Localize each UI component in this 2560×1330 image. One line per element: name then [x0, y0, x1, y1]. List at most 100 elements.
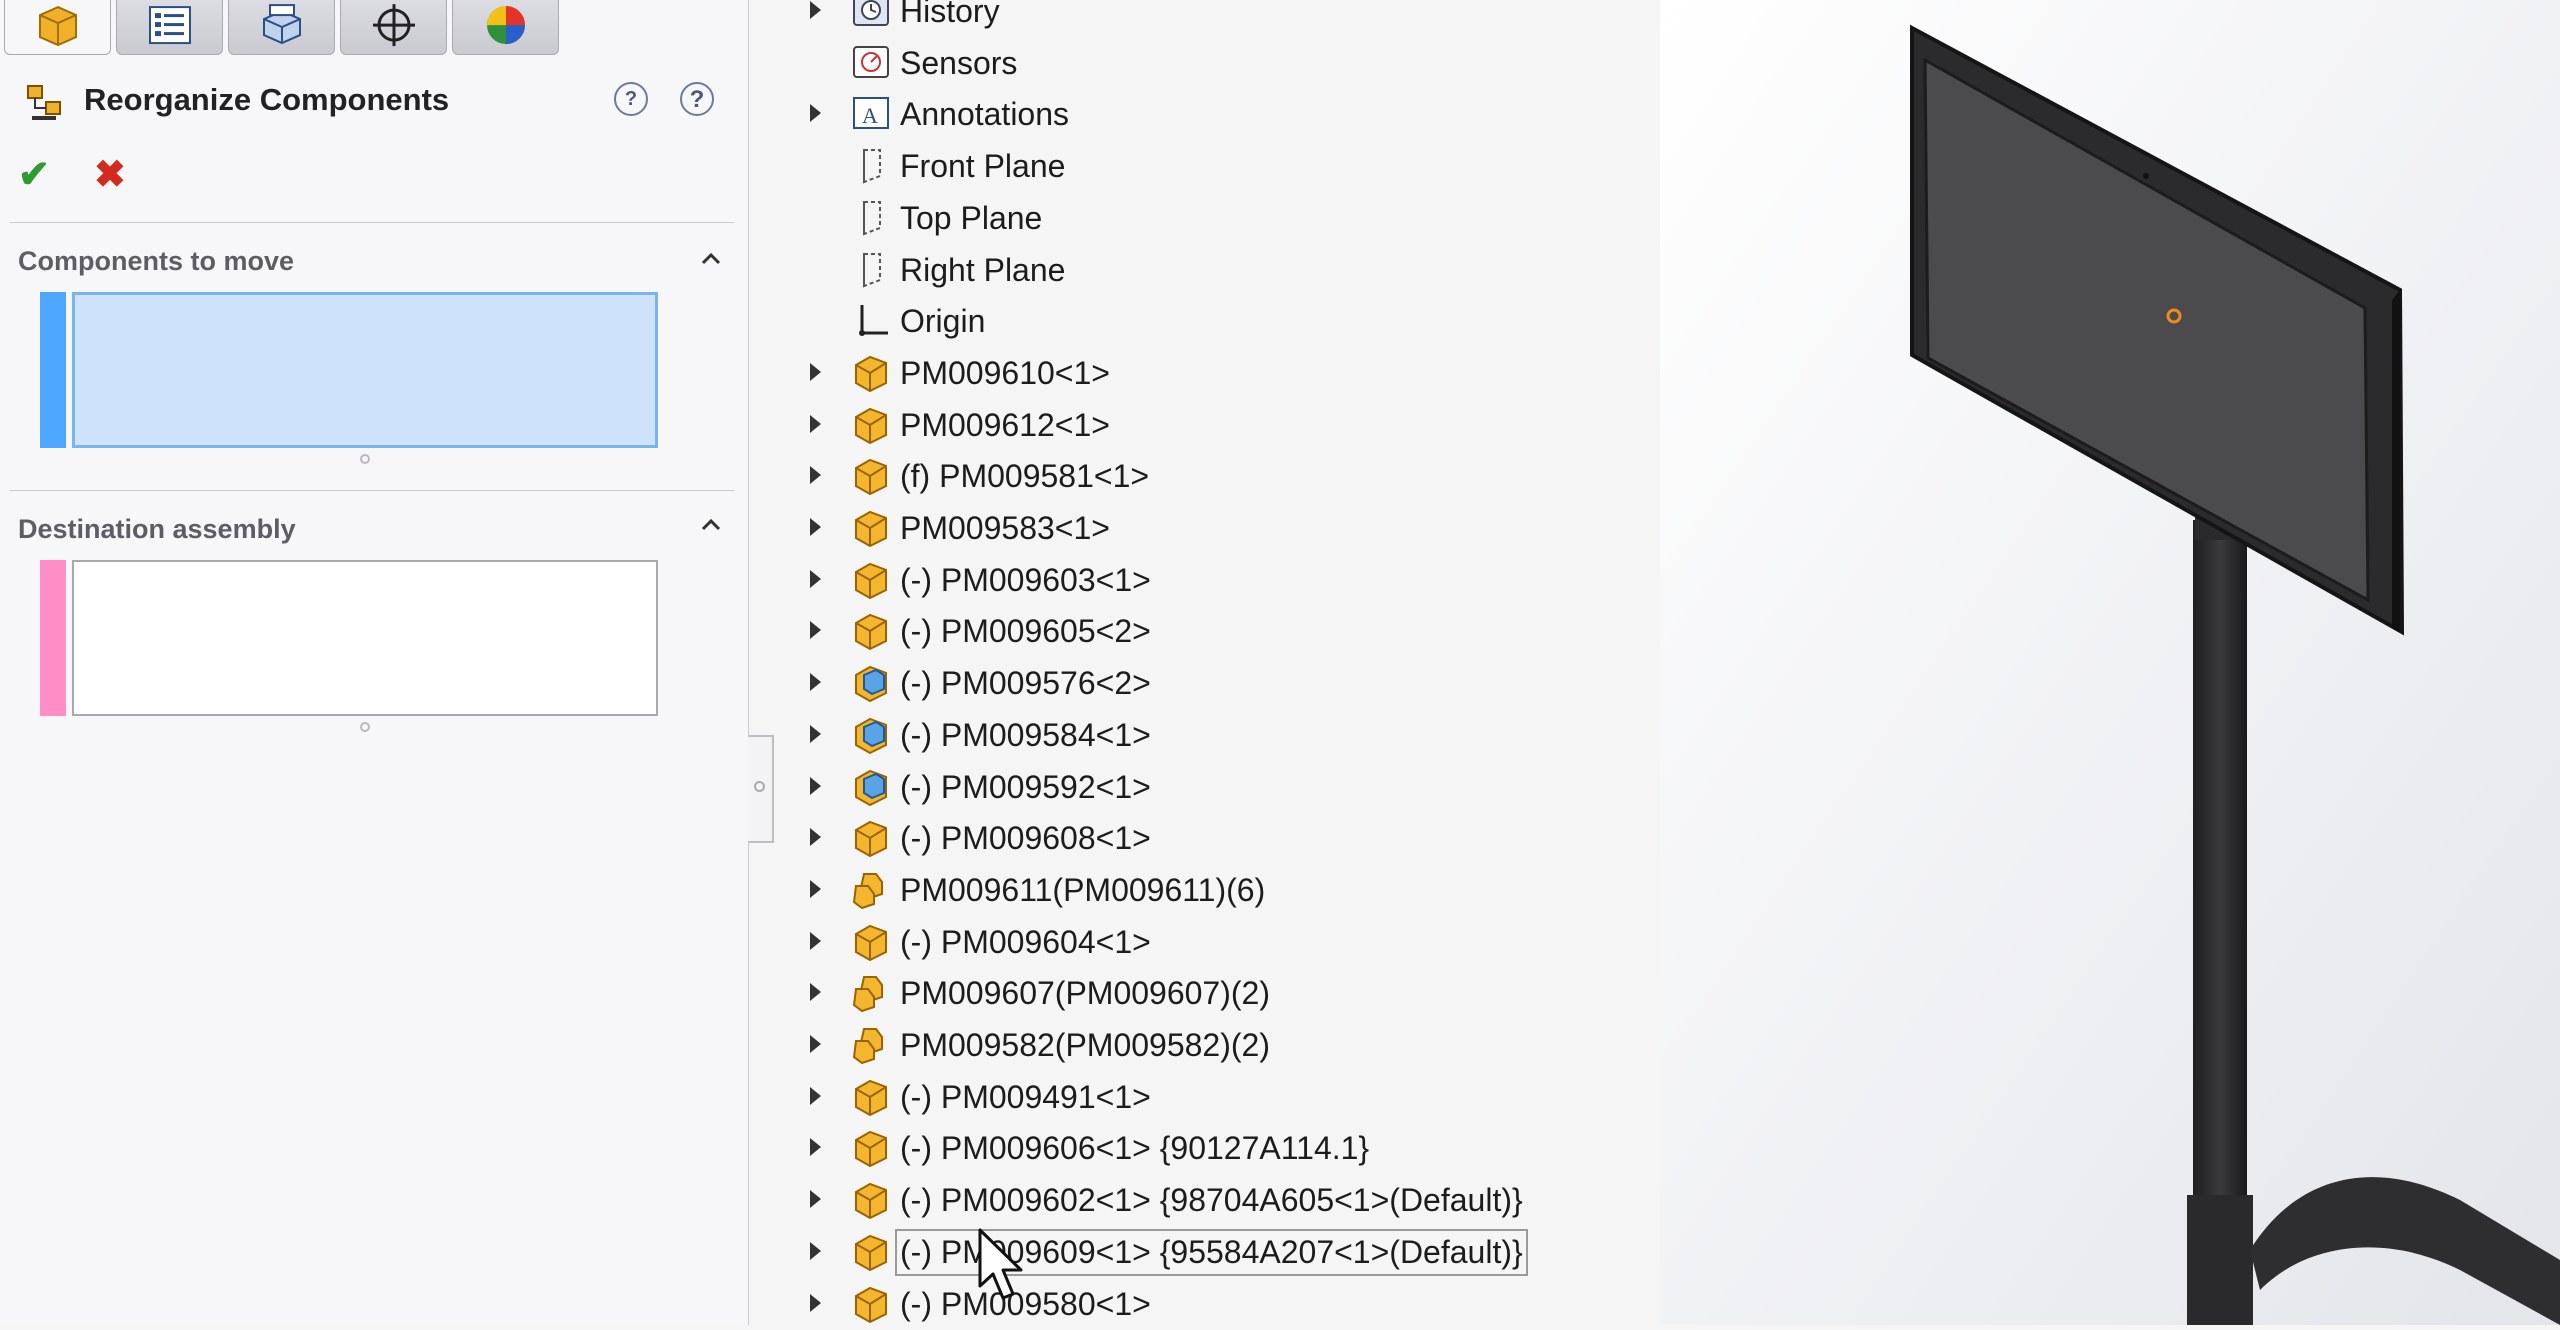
tree-item[interactable]: Origin — [760, 297, 1660, 347]
monitor-on-pole-model[interactable] — [1660, 0, 2560, 1325]
expand-arrow-icon[interactable] — [810, 1086, 821, 1105]
tree-item-label: (-) PM009592<1> — [900, 768, 1151, 805]
tree-item[interactable]: PM009582(PM009582)(2) — [760, 1021, 1660, 1071]
collapse-chevron-icon[interactable] — [700, 514, 722, 536]
svg-text:A: A — [862, 103, 878, 128]
tree-item[interactable]: (-) PM009584<1> — [760, 711, 1660, 761]
origin-icon — [850, 301, 892, 341]
cancel-button[interactable]: ✖ — [94, 152, 126, 197]
part-icon — [850, 508, 892, 548]
tree-item-label: PM009612<1> — [900, 406, 1110, 443]
dimxpert-tab[interactable] — [340, 0, 447, 55]
expand-arrow-icon[interactable] — [810, 1, 821, 19]
divider — [10, 222, 734, 223]
tree-item[interactable]: (-) PM009602<1> {98704A605<1>(Default)} — [760, 1176, 1660, 1226]
tree-item[interactable]: (-) PM009609<1> {95584A207<1>(Default)} — [760, 1228, 1660, 1278]
expand-arrow-icon[interactable] — [810, 1035, 821, 1053]
part-icon — [850, 353, 892, 393]
expand-arrow-icon[interactable] — [810, 828, 821, 847]
ok-button[interactable]: ✔ — [18, 152, 50, 197]
part-icon — [850, 1180, 892, 1220]
tree-item[interactable]: (-) PM009605<2> — [760, 607, 1660, 657]
expand-arrow-icon[interactable] — [810, 983, 821, 1002]
expand-arrow-icon[interactable] — [810, 569, 821, 588]
display-manager-tab[interactable] — [452, 0, 559, 55]
components-to-move-list[interactable] — [72, 292, 658, 448]
expand-arrow-icon[interactable] — [810, 466, 821, 485]
pattern-icon — [850, 870, 892, 910]
tree-item[interactable]: (-) PM009491<1> — [760, 1073, 1660, 1123]
divider — [10, 490, 734, 491]
tree-item-label: History — [900, 0, 1000, 29]
expand-arrow-icon[interactable] — [810, 621, 821, 640]
tree-item[interactable]: (-) PM009592<1> — [760, 763, 1660, 813]
configuration-manager-tab[interactable] — [228, 0, 335, 55]
sensor-icon — [850, 43, 892, 83]
tree-item[interactable]: (-) PM009608<1> — [760, 814, 1660, 864]
tree-item[interactable]: (-) PM009606<1> {90127A114.1} — [760, 1124, 1660, 1174]
property-manager-tab[interactable] — [116, 0, 223, 55]
destination-assembly-field[interactable] — [40, 560, 658, 716]
tree-item[interactable]: PM009610<1> — [760, 349, 1660, 399]
selection-color-stripe — [40, 292, 66, 448]
tree-item[interactable]: PM009607(PM009607)(2) — [760, 969, 1660, 1019]
tree-item[interactable]: (f) PM009581<1> — [760, 452, 1660, 502]
pole-clamp — [2187, 1195, 2253, 1325]
graphics-area[interactable] — [1660, 0, 2560, 1325]
tree-item-label: PM009583<1> — [900, 510, 1110, 546]
tree-item[interactable]: Top Plane — [760, 194, 1660, 244]
expand-arrow-icon[interactable] — [810, 362, 821, 381]
part-icon — [850, 1077, 892, 1117]
whats-wrong-help-icon[interactable]: ? — [614, 82, 648, 116]
expand-arrow-icon[interactable] — [810, 776, 821, 795]
tree-item[interactable]: History — [760, 0, 1660, 37]
pattern-icon — [850, 1025, 892, 1065]
expand-arrow-icon[interactable] — [810, 1293, 821, 1312]
expand-arrow-icon[interactable] — [810, 724, 821, 743]
part-icon — [850, 818, 892, 858]
tree-item[interactable]: A Annotations — [760, 90, 1660, 140]
expand-arrow-icon[interactable] — [810, 414, 821, 433]
tree-item[interactable]: (-) PM009603<1> — [760, 556, 1660, 606]
tree-item[interactable]: PM009612<1> — [760, 401, 1660, 451]
expand-arrow-icon[interactable] — [810, 1138, 821, 1157]
expand-arrow-icon[interactable] — [810, 518, 821, 536]
expand-arrow-icon[interactable] — [810, 931, 821, 950]
resize-grip[interactable] — [360, 454, 370, 464]
tree-item[interactable]: Sensors — [760, 39, 1660, 89]
tree-item-label: (-) PM009603<1> — [900, 561, 1151, 598]
expand-arrow-icon[interactable] — [810, 879, 821, 898]
destination-assembly-list[interactable] — [72, 560, 658, 716]
pattern-icon — [850, 973, 892, 1013]
expand-arrow-icon[interactable] — [810, 104, 821, 123]
property-manager: Reorganize Components ? ? ✔ ✖ Components… — [0, 0, 749, 1325]
expand-arrow-icon[interactable] — [810, 1190, 821, 1209]
expand-arrow-icon[interactable] — [810, 673, 821, 692]
tree-item[interactable]: Right Plane — [760, 246, 1660, 296]
collapse-chevron-icon[interactable] — [700, 248, 722, 270]
tree-item[interactable]: (-) PM009580<1> — [760, 1280, 1660, 1330]
page-title: Reorganize Components — [84, 82, 450, 117]
tree-item-label: (f) PM009581<1> — [900, 458, 1150, 495]
expand-arrow-icon[interactable] — [810, 1241, 821, 1260]
destination-assembly-title: Destination assembly — [18, 514, 296, 544]
help-icon[interactable]: ? — [680, 82, 714, 116]
components-to-move-field[interactable] — [40, 292, 658, 448]
plane-icon — [850, 250, 892, 290]
tree-item-label: (-) PM009605<2> — [900, 613, 1151, 650]
tree-item[interactable]: (-) PM009604<1> — [760, 918, 1660, 968]
tree-item[interactable]: Front Plane — [760, 142, 1660, 192]
resize-grip[interactable] — [360, 722, 370, 732]
tree-item-label: (-) PM009606<1> {90127A114.1} — [900, 1130, 1370, 1167]
reorganize-components-icon — [27, 85, 61, 120]
part-blue-icon — [850, 767, 892, 807]
mouse-cursor-icon — [978, 1228, 1023, 1300]
part-icon — [850, 456, 892, 496]
plane-icon — [850, 198, 892, 238]
tree-item[interactable]: PM009611(PM009611)(6) — [760, 866, 1660, 916]
part-icon — [850, 1232, 892, 1272]
selection-color-stripe — [40, 560, 66, 716]
feature-manager-tab[interactable] — [4, 0, 111, 55]
tree-item[interactable]: PM009583<1> — [760, 504, 1660, 554]
tree-item[interactable]: (-) PM009576<2> — [760, 659, 1660, 709]
